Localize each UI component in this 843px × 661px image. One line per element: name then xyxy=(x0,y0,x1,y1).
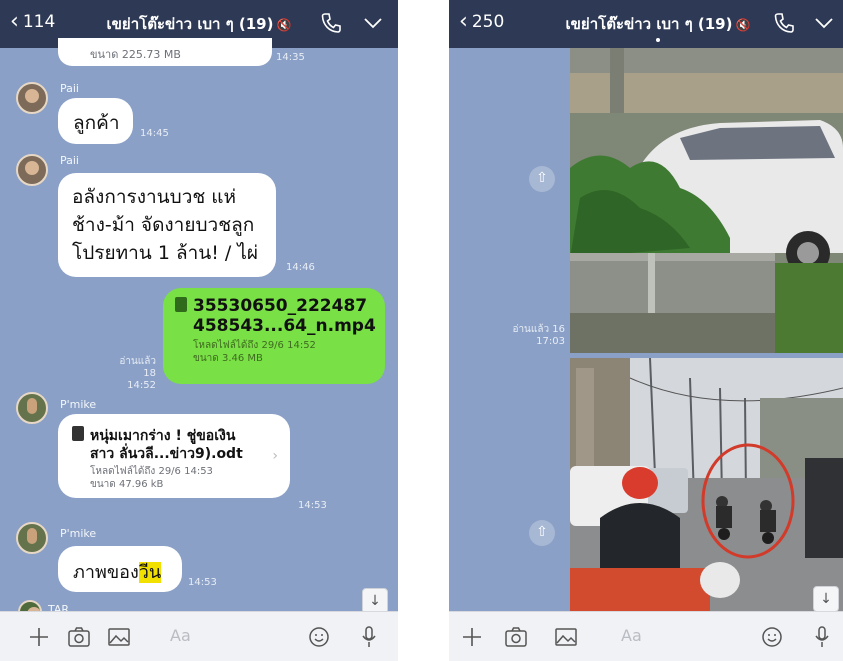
message-input[interactable]: Aa xyxy=(621,626,642,645)
share-icon[interactable]: ⇧ xyxy=(529,166,555,192)
microphone-icon[interactable] xyxy=(809,624,835,650)
sender-name: Paii xyxy=(60,82,79,95)
photo-image xyxy=(570,48,843,353)
avatar[interactable] xyxy=(16,522,48,554)
avatar[interactable] xyxy=(16,154,48,186)
plus-icon[interactable] xyxy=(26,624,52,650)
page-indicator-dot xyxy=(656,38,660,42)
input-bar: Aa xyxy=(0,611,398,661)
file-icon xyxy=(175,297,187,312)
read-receipt: อ่านแล้ว 16 17:03 xyxy=(512,324,565,347)
chat-screen-right: ‹ 250 เขย่าโต๊ะข่าว เบา ๆ (19) 🔇 ⇧ อ่านแ… xyxy=(449,0,843,661)
phone-icon[interactable] xyxy=(771,10,797,36)
emoji-icon[interactable] xyxy=(306,624,332,650)
file-expiry: โหลดไฟล์ได้ถึง 29/6 14:53 xyxy=(90,466,213,477)
image-icon[interactable] xyxy=(553,624,579,650)
photo-image xyxy=(570,358,843,611)
share-icon[interactable]: ⇧ xyxy=(529,520,555,546)
camera-icon[interactable] xyxy=(66,624,92,650)
message-time: 14:46 xyxy=(286,262,315,273)
sender-name: P'mike xyxy=(60,398,97,411)
message-bubble[interactable]: อลังการงานบวช แห่ ช้าง-ม้า จัดงายบวชลูก … xyxy=(58,173,276,277)
file-size: ขนาด 225.73 MB xyxy=(90,48,181,61)
sender-name: P'mike xyxy=(60,527,97,540)
chat-header: ‹ 250 เขย่าโต๊ะข่าว เบา ๆ (19) 🔇 xyxy=(449,0,843,48)
message-text: ภาพของวีน xyxy=(73,562,162,583)
mute-icon: 🔇 xyxy=(735,18,751,32)
file-size: ขนาด 47.96 kB xyxy=(90,479,164,490)
file-message-bubble[interactable]: หนุ่มเมากร่าง ! ชู่ขอเงิน สาว ลั่นวลี...… xyxy=(58,414,290,498)
message-text: อลังการงานบวช แห่ ช้าง-ม้า จัดงายบวชลูก … xyxy=(72,186,259,264)
camera-icon[interactable] xyxy=(503,624,529,650)
image-icon[interactable] xyxy=(106,624,132,650)
avatar[interactable] xyxy=(16,392,48,424)
message-time: 14:35 xyxy=(276,52,305,63)
chevron-right-icon: › xyxy=(272,448,278,464)
file-expiry: โหลดไฟล์ได้ถึง 29/6 14:52 xyxy=(193,340,316,351)
phone-icon[interactable] xyxy=(318,10,344,36)
chevron-down-icon[interactable] xyxy=(360,10,386,36)
plus-icon[interactable] xyxy=(459,624,485,650)
sent-file-bubble[interactable]: 35530650_222487 458543...64_n.mp4 โหลดไฟ… xyxy=(163,288,385,384)
photo-message-car[interactable] xyxy=(570,48,843,353)
message-text: ลูกค้า xyxy=(73,112,120,134)
message-bubble[interactable]: ภาพของวีน xyxy=(58,546,182,592)
microphone-icon[interactable] xyxy=(356,624,382,650)
file-message-bubble[interactable]: ขนาด 225.73 MB xyxy=(58,38,272,66)
message-time: 14:53 xyxy=(188,577,217,588)
scroll-down-button[interactable]: ↓ xyxy=(813,586,839,612)
chat-screen-left: ‹ 114 เขย่าโต๊ะข่าว เบา ๆ (19) 🔇 ขนาด 225… xyxy=(0,0,398,661)
message-time: 14:45 xyxy=(140,128,169,139)
avatar[interactable] xyxy=(16,82,48,114)
mute-icon: 🔇 xyxy=(276,18,292,32)
file-name: 35530650_222487 xyxy=(175,296,376,316)
read-receipt: อ่านแล้ว 18 14:52 xyxy=(119,356,156,391)
file-size: ขนาด 3.46 MB xyxy=(193,353,263,364)
file-name: หนุ่มเมากร่าง ! ชู่ขอเงิน xyxy=(72,426,243,445)
chevron-down-icon[interactable] xyxy=(811,10,837,36)
file-icon xyxy=(72,426,84,441)
input-bar: Aa xyxy=(449,611,843,661)
sender-name: Paii xyxy=(60,154,79,167)
message-input[interactable]: Aa xyxy=(170,626,191,645)
message-time: 14:53 xyxy=(298,500,327,511)
message-bubble[interactable]: ลูกค้า xyxy=(58,98,133,144)
photo-message-traffic[interactable] xyxy=(570,358,843,611)
emoji-icon[interactable] xyxy=(759,624,785,650)
